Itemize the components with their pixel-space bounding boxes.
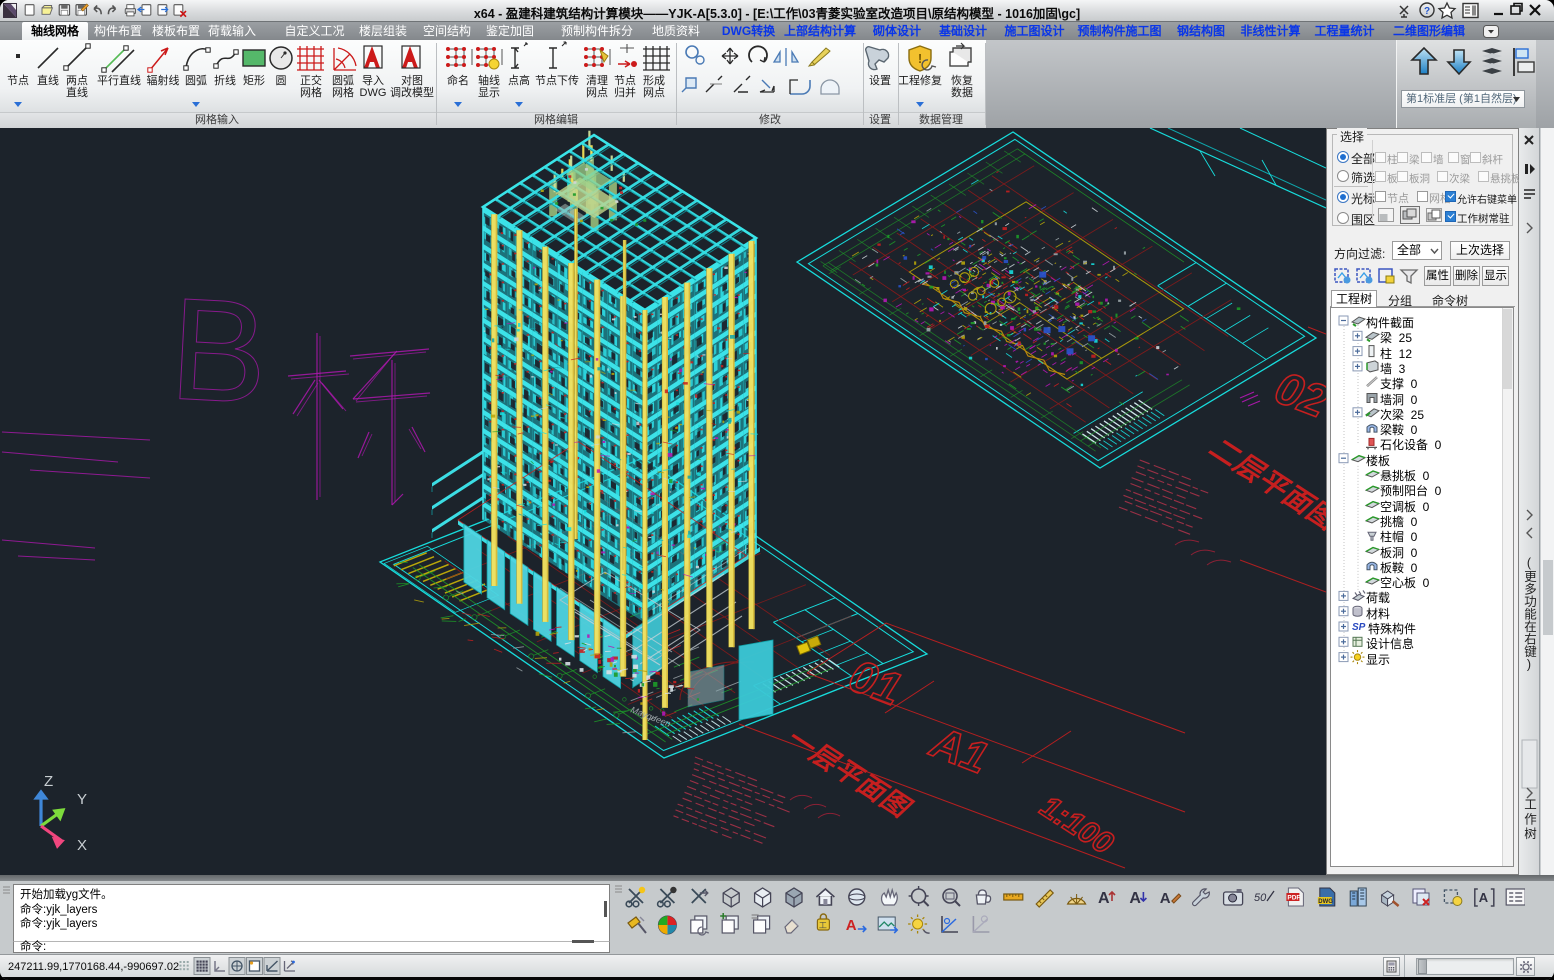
svg-text:DWG: DWG <box>1318 899 1333 905</box>
svg-text:X: X <box>77 837 87 854</box>
svg-text:50: 50 <box>1254 892 1267 904</box>
svg-text:A: A <box>1129 890 1141 907</box>
svg-text:!: ! <box>918 51 922 66</box>
svg-text:A: A <box>1160 890 1171 907</box>
svg-text:B: B <box>166 267 277 434</box>
svg-text:?: ? <box>1424 6 1430 17</box>
svg-text:A: A <box>846 917 857 934</box>
svg-text:工: 工 <box>819 921 827 930</box>
svg-text:PDF: PDF <box>1287 895 1300 902</box>
svg-text:Y: Y <box>77 791 87 808</box>
svg-text:Z: Z <box>44 773 53 790</box>
svg-text:A: A <box>1098 890 1110 907</box>
svg-text:A: A <box>1479 890 1489 905</box>
svg-text:SP: SP <box>1352 622 1366 633</box>
